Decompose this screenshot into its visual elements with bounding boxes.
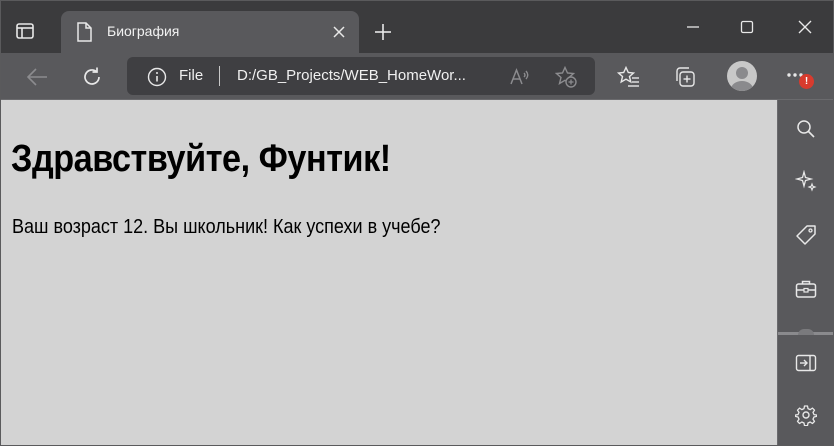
maximize-button[interactable] bbox=[727, 9, 767, 45]
page-icon bbox=[77, 22, 92, 42]
sidebar-tools-button[interactable] bbox=[791, 274, 821, 304]
back-icon bbox=[26, 68, 47, 86]
page-content: Здравствуйте, Фунтик! Ваш возраст 12. Вы… bbox=[1, 100, 777, 445]
active-tab[interactable]: Биография bbox=[61, 11, 359, 53]
page-heading: Здравствуйте, Фунтик! bbox=[11, 138, 391, 180]
user-icon bbox=[731, 67, 753, 91]
browser-window: Биография File D:/GB_Projects/WEB_HomeWo… bbox=[0, 0, 834, 446]
url-text[interactable]: D:/GB_Projects/WEB_HomeWor... bbox=[237, 67, 497, 84]
favorites-button[interactable] bbox=[613, 61, 645, 93]
scheme-label: File bbox=[179, 67, 204, 84]
sidebar-settings-button[interactable] bbox=[791, 400, 821, 430]
sidebar-search-button[interactable] bbox=[791, 114, 821, 144]
collections-icon bbox=[676, 67, 695, 87]
page-paragraph: Ваш возраст 12. Вы школьник! Как успехи … bbox=[12, 216, 441, 238]
navigation-toolbar: File D:/GB_Projects/WEB_HomeWor... ! bbox=[1, 53, 833, 100]
tag-icon bbox=[796, 225, 816, 245]
add-favorite-icon bbox=[555, 66, 577, 88]
tab-actions-button[interactable] bbox=[11, 17, 39, 45]
info-icon[interactable] bbox=[147, 67, 167, 87]
sidebar-shopping-button[interactable] bbox=[791, 220, 821, 250]
edge-sidebar bbox=[777, 100, 833, 445]
read-aloud-icon bbox=[510, 67, 529, 85]
plus-icon bbox=[375, 24, 391, 40]
open-pane-icon bbox=[795, 354, 817, 372]
notification-badge: ! bbox=[799, 74, 814, 89]
add-favorite-button[interactable] bbox=[555, 66, 577, 88]
settings-icon bbox=[795, 405, 817, 426]
favorites-icon bbox=[617, 66, 639, 87]
address-separator bbox=[219, 66, 220, 86]
back-button[interactable] bbox=[21, 61, 53, 93]
refresh-button[interactable] bbox=[76, 61, 108, 93]
tab-actions-icon bbox=[16, 23, 34, 39]
address-bar[interactable]: File D:/GB_Projects/WEB_HomeWor... bbox=[127, 57, 595, 95]
maximize-icon bbox=[740, 20, 754, 34]
search-icon bbox=[797, 120, 815, 138]
close-icon bbox=[333, 26, 345, 38]
sidebar-discover-button[interactable] bbox=[791, 166, 821, 196]
read-aloud-button[interactable] bbox=[509, 66, 531, 88]
window-close-button[interactable] bbox=[785, 9, 825, 45]
sparkle-icon bbox=[795, 170, 817, 192]
new-tab-button[interactable] bbox=[369, 18, 397, 46]
tab-strip: Биография bbox=[1, 1, 833, 53]
collections-button[interactable] bbox=[669, 61, 701, 93]
toolbox-icon bbox=[795, 280, 817, 298]
refresh-icon bbox=[84, 67, 100, 85]
minimize-icon bbox=[687, 26, 699, 28]
minimize-button[interactable] bbox=[673, 9, 713, 45]
sidebar-open-pane-button[interactable] bbox=[791, 348, 821, 378]
sidebar-scroll-handle[interactable] bbox=[798, 329, 814, 335]
close-icon bbox=[798, 20, 812, 34]
more-button[interactable]: ! bbox=[783, 61, 814, 93]
tab-title: Биография bbox=[107, 23, 180, 39]
profile-avatar[interactable] bbox=[727, 61, 757, 91]
tab-close-button[interactable] bbox=[329, 22, 349, 42]
